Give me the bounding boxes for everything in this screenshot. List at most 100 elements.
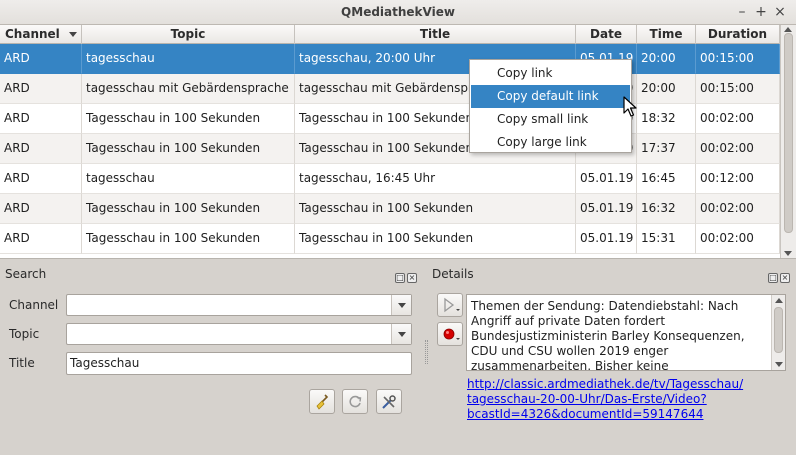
chevron-down-icon[interactable] [391,295,411,315]
menu-item-copy-large-link[interactable]: Copy large link [471,131,630,154]
results-table[interactable]: Channel Topic Title Date Time Duration A… [0,25,796,259]
description-textbox[interactable]: Themen der Sendung: Datendiebstahl: Nach… [466,294,786,371]
description-scrollbar[interactable] [771,295,785,370]
sort-descending-icon [69,32,77,37]
table-row[interactable]: ARD tagesschau tagesschau, 20:00 Uhr 05.01.… [0,44,780,74]
close-panel-icon[interactable]: × [407,273,417,283]
close-panel-icon[interactable]: × [780,273,790,283]
column-header-duration[interactable]: Duration [696,25,780,44]
cell-date: 05.01.19 [576,164,637,194]
chevron-down-icon[interactable] [391,324,411,344]
cell-topic: Tagesschau in 100 Sekunden [82,104,295,134]
table-row[interactable]: ARD Tagesschau in 100 Sekunden Tagesschau … [0,134,780,164]
cell-duration: 00:15:00 [696,44,780,74]
record-button[interactable] [437,322,463,346]
column-header-topic[interactable]: Topic [82,25,295,44]
cell-channel: ARD [0,164,82,194]
scroll-thumb[interactable] [784,33,793,233]
table-header: Channel Topic Title Date Time Duration [0,25,780,44]
column-header-title[interactable]: Title [295,25,576,44]
table-row[interactable]: ARD Tagesschau in 100 Sekunden Tagesschau … [0,224,780,254]
search-panel-title: Search [5,267,47,281]
column-header-time[interactable]: Time [637,25,696,44]
column-header-channel[interactable]: Channel [0,25,82,44]
play-button[interactable] [437,293,463,317]
table-scrollbar[interactable] [780,25,796,258]
mouse-pointer-icon [623,96,637,117]
menu-item-copy-link[interactable]: Copy link [471,62,630,85]
video-link[interactable]: http://classic.ardmediathek.de/tv/Tagess… [467,377,767,422]
cell-title: Tagesschau in 100 Sekunden [295,194,576,224]
scroll-down-icon[interactable] [775,362,783,367]
cell-time: 20:00 [637,44,696,74]
channel-label: Channel [9,298,59,312]
cell-topic: tagesschau mit Gebärdensprache [82,74,295,104]
menu-item-copy-small-link[interactable]: Copy small link [471,108,630,131]
cell-duration: 00:02:00 [696,134,780,164]
menu-item-copy-default-link[interactable]: Copy default link [471,85,630,108]
cell-time: 20:00 [637,74,696,104]
table-row[interactable]: ARD Tagesschau in 100 Sekunden Tagesschau … [0,194,780,224]
cell-title: Tagesschau in 100 Sekunden [295,224,576,254]
cell-channel: ARD [0,134,82,164]
cell-time: 16:32 [637,194,696,224]
panel-splitter-handle[interactable] [425,340,428,364]
cell-time: 15:31 [637,224,696,254]
cell-topic: tagesschau [82,44,295,74]
window-title: QMediathekView [341,5,455,19]
table-row[interactable]: ARD tagesschau mit Gebärdensprache tagessc… [0,74,780,104]
cell-topic: Tagesschau in 100 Sekunden [82,194,295,224]
cell-duration: 00:12:00 [696,164,780,194]
topic-label: Topic [9,327,40,341]
cell-channel: ARD [0,44,82,74]
cell-channel: ARD [0,194,82,224]
refresh-icon [349,395,362,408]
cell-title: tagesschau, 16:45 Uhr [295,164,576,194]
cell-time: 17:37 [637,134,696,164]
cell-date: 05.01.19 [576,194,637,224]
cell-topic: tagesschau [82,164,295,194]
float-icon[interactable]: □ [768,273,778,283]
channel-combobox[interactable] [66,294,412,316]
float-icon[interactable]: □ [395,273,405,283]
cell-channel: ARD [0,224,82,254]
cell-channel: ARD [0,104,82,134]
broom-icon [316,394,329,410]
cell-duration: 00:02:00 [696,224,780,254]
scroll-up-icon[interactable] [775,298,783,303]
cell-time: 16:45 [637,164,696,194]
close-icon[interactable]: × [771,3,789,21]
scroll-down-icon[interactable] [784,251,792,256]
title-label: Title [9,356,35,370]
record-icon [443,328,460,340]
table-row[interactable]: ARD Tagesschau in 100 Sekunden Tagesschau … [0,104,780,134]
details-panel-title: Details [432,267,474,281]
title-search-input[interactable]: Tagesschau [66,352,412,375]
maximize-icon[interactable]: + [752,3,770,21]
context-menu: Copy link Copy default link Copy small l… [469,59,632,153]
scroll-thumb[interactable] [774,307,783,353]
clear-search-button[interactable] [309,389,335,414]
cell-duration: 00:15:00 [696,74,780,104]
cell-time: 18:32 [637,104,696,134]
search-panel-controls: □ × [395,269,419,283]
refresh-button[interactable] [342,389,368,414]
cell-topic: Tagesschau in 100 Sekunden [82,134,295,164]
cell-duration: 00:02:00 [696,194,780,224]
cell-topic: Tagesschau in 100 Sekunden [82,224,295,254]
video-link-text: http://classic.ardmediathek.de/tv/Tagess… [467,377,744,421]
tools-icon [382,395,396,409]
cell-channel: ARD [0,74,82,104]
settings-button[interactable] [376,389,402,414]
play-icon [444,297,460,313]
scroll-up-icon[interactable] [784,27,792,32]
cell-duration: 00:02:00 [696,104,780,134]
minimize-icon[interactable]: – [733,3,751,21]
description-text: Themen der Sendung: Datendiebstahl: Nach… [471,299,745,371]
details-panel-controls: □ × [768,269,792,283]
column-header-date[interactable]: Date [576,25,637,44]
table-row[interactable]: ARD tagesschau tagesschau, 16:45 Uhr 05.01.… [0,164,780,194]
cell-date: 05.01.19 [576,224,637,254]
topic-combobox[interactable] [66,323,412,345]
window-titlebar[interactable]: QMediathekView – + × [0,0,796,25]
